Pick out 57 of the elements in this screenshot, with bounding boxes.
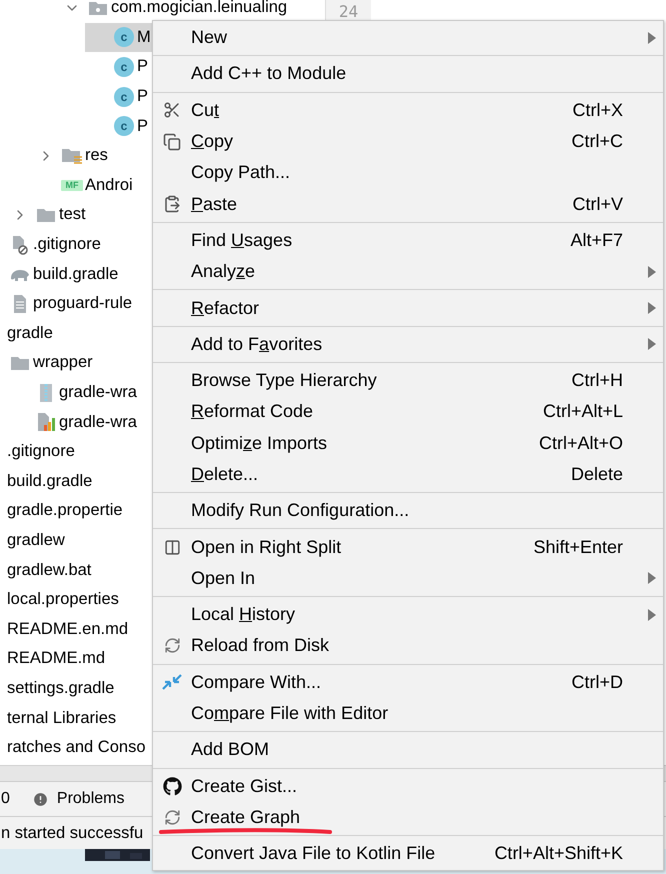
tree-item-label: com.mogician.leinualing xyxy=(111,0,288,18)
menu-item-label: Analyze xyxy=(191,261,256,282)
menu-item-label: Refactor xyxy=(191,298,260,319)
menu-item-label: Copy xyxy=(191,131,234,152)
tree-item-label: P xyxy=(137,87,148,106)
shortcut-label: Alt+F7 xyxy=(570,230,623,251)
menu-item-label: Convert Java File to Kotlin File xyxy=(191,843,436,864)
tree-item-label: Androi xyxy=(85,176,133,195)
tree-item-label: P xyxy=(137,57,148,76)
menu-item-label: Add BOM xyxy=(191,739,270,760)
tree-item-label: build.gradle xyxy=(33,264,118,284)
menu-item-label: Browse Type Hierarchy xyxy=(191,370,378,392)
shortcut-label: Delete xyxy=(570,464,623,485)
shortcut-label: Ctrl+D xyxy=(571,672,623,693)
menu-item-label: Create Graph xyxy=(191,806,302,828)
shortcut-label: Ctrl+H xyxy=(571,370,623,392)
menu-item-label: Compare File with Editor xyxy=(191,703,390,724)
menu-item-label: Copy Path... xyxy=(191,162,292,184)
menu-item-label: Reformat Code xyxy=(191,401,314,422)
status-message: n started successfu xyxy=(1,824,144,842)
tree-item-label: M xyxy=(137,28,151,47)
menu-item-label: Reload from Disk xyxy=(191,635,330,656)
menu-item-label: Paste xyxy=(191,194,238,215)
class-icon: c xyxy=(114,56,134,77)
tree-item-label: proguard-rule xyxy=(33,294,132,314)
line-number: 24 xyxy=(338,2,358,21)
menu-item-label: Delete... xyxy=(191,464,260,485)
menu-item-label: Add C++ to Module xyxy=(191,63,348,84)
menu-item-label: New xyxy=(191,27,228,48)
menu-item-label: Modify Run Configuration... xyxy=(191,500,410,522)
shortcut-label: Ctrl+X xyxy=(572,100,623,121)
menu-item-label: Optimize Imports xyxy=(191,432,328,454)
shortcut-label: Ctrl+Alt+O xyxy=(538,432,623,454)
shortcut-label: Ctrl+Alt+L xyxy=(542,401,623,422)
menu-item-label: Add to Favorites xyxy=(191,334,324,355)
menu-item-label: Compare With... xyxy=(191,672,322,693)
tree-item-label: .gitignore xyxy=(33,235,101,254)
tree-item-label: P xyxy=(137,116,148,136)
tree-item-label: gradle-wra xyxy=(59,412,137,432)
class-icon: c xyxy=(114,27,134,48)
shortcut-label: Shift+Enter xyxy=(533,536,623,558)
menu-item-label: Cut xyxy=(191,100,220,121)
menu-item-label: Open In xyxy=(191,568,256,589)
manifest-icon: MF xyxy=(61,180,83,191)
shortcut-label: Ctrl+Alt+Shift+K xyxy=(494,843,623,864)
menu-item-label: Local History xyxy=(191,604,296,626)
menu-item-label: Create Gist... xyxy=(191,776,298,797)
menu-item-label: Open in Right Split xyxy=(191,536,342,558)
class-icon: c xyxy=(114,116,134,136)
shortcut-label: Ctrl+V xyxy=(572,194,623,215)
tree-item-label: gradle-wra xyxy=(59,383,137,402)
tree-item-label: wrapper xyxy=(33,353,93,372)
class-icon: c xyxy=(114,86,134,107)
menu-item-label: Find Usages xyxy=(191,230,294,251)
tree-item-label: test xyxy=(59,205,86,224)
shortcut-label: Ctrl+C xyxy=(571,131,623,152)
tree-item-label: res xyxy=(85,146,108,166)
